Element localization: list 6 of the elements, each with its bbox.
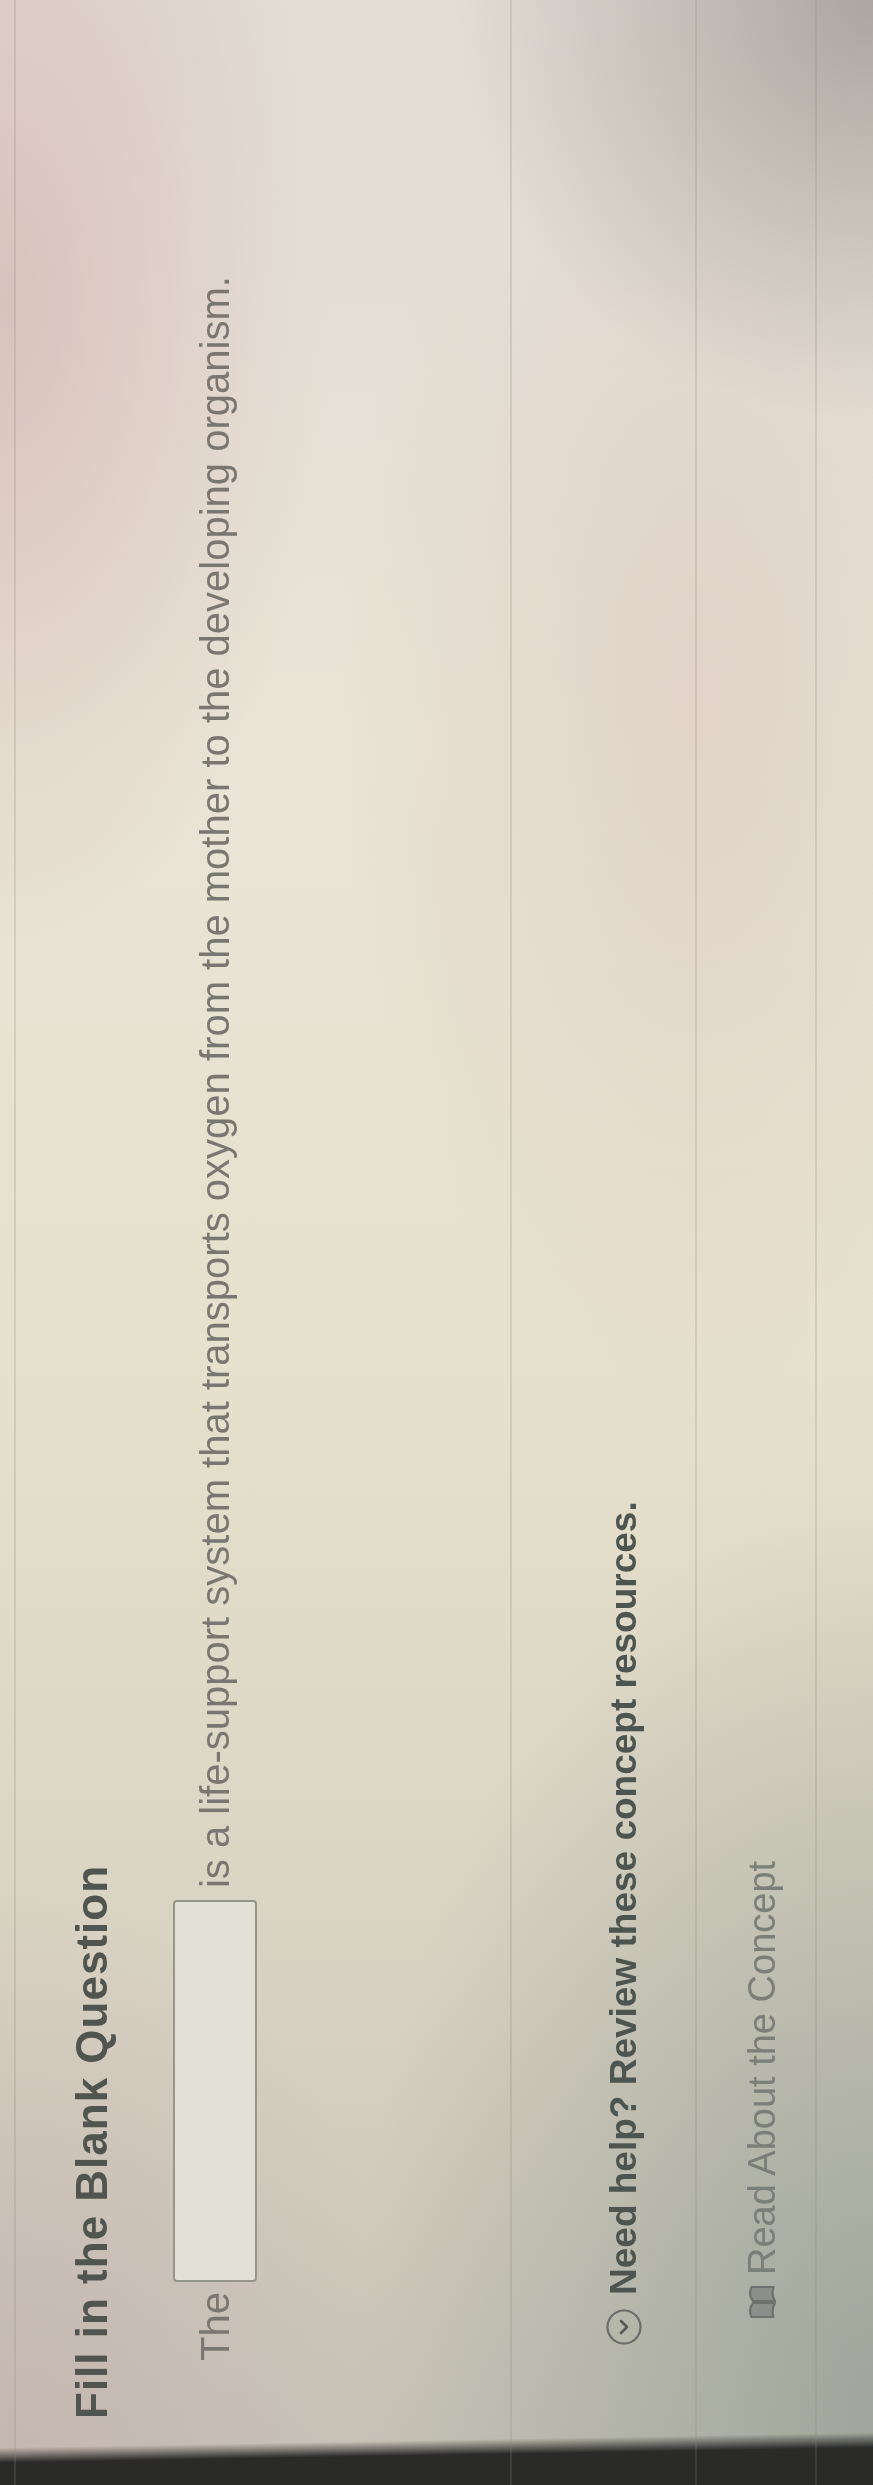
question-text: The: [192, 2292, 238, 2361]
question-title: Fill in the Blank Question: [66, 1864, 117, 2419]
fill-in-blank-field[interactable]: [173, 1900, 257, 2283]
open-book-icon: [747, 2285, 777, 2319]
question-text: is a life-support system that transports oxygen from the mother to the developing organism.: [192, 276, 238, 1889]
concept-resources-toggle[interactable]: Need help? Review these concept resources.: [601, 1501, 647, 2345]
